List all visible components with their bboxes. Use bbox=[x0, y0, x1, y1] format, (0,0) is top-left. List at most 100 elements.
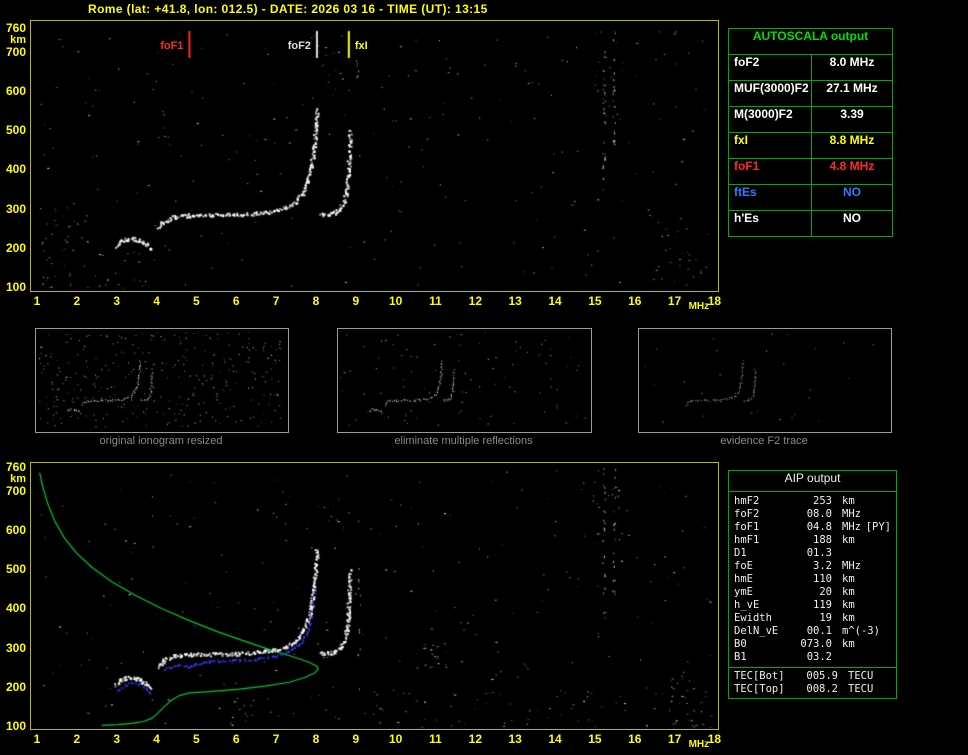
x-tick-label-top: 6 bbox=[232, 294, 240, 308]
y-tick-label-top: 400 bbox=[5, 162, 26, 177]
autoscala-window: Rome (lat: +41.8, lon: 012.5) - DATE: 20… bbox=[0, 0, 968, 755]
x-tick-label-top: 11 bbox=[429, 294, 442, 308]
thumbnail-cleaned-caption: eliminate multiple reflections bbox=[394, 435, 533, 447]
thumbnail-cleaned-canvas bbox=[338, 329, 589, 430]
y-tick-label-bottom: 500 bbox=[5, 562, 26, 577]
aip-param-unit: TECU bbox=[848, 670, 874, 682]
aip-param-label: D1 bbox=[734, 547, 747, 559]
thumbnail-f2-caption: evidence F2 trace bbox=[720, 435, 808, 447]
aip-output-table: AIP output hmF2 253 km foF2 08.0 MHz foF1 04.8 M… bbox=[728, 470, 897, 699]
aip-param-unit bbox=[832, 651, 842, 664]
aip-param-value: 188 bbox=[813, 534, 832, 546]
aip-param-label: hmE bbox=[734, 573, 753, 585]
x-tick-label-top: 4 bbox=[153, 294, 160, 308]
aip-param-value: 08.0 bbox=[806, 508, 832, 520]
autoscala-row-ftEs: ftEs NO bbox=[729, 185, 892, 211]
thumbnail-cleaned-ionogram bbox=[337, 328, 592, 433]
y-tick-label-bottom: 700 bbox=[5, 483, 26, 498]
aip-param-label: hmF2 bbox=[734, 495, 760, 507]
x-tick-label-bottom: 3 bbox=[113, 732, 121, 746]
aip-param-label: ymE bbox=[734, 586, 753, 598]
x-tick-label-top: 14 bbox=[548, 294, 562, 308]
y-tick-label-bottom: 400 bbox=[5, 601, 26, 616]
thumbnail-original-ionogram bbox=[35, 328, 289, 433]
x-tick-label-top: 16 bbox=[628, 294, 642, 308]
autoscala-row-MUF(3000)F2: MUF(3000)F2 27.1 MHz bbox=[729, 81, 892, 107]
x-tick-label-top: 1 bbox=[33, 294, 41, 308]
profile-canvas bbox=[31, 463, 718, 729]
aip-row-foE: foE 3.2 MHz bbox=[729, 560, 896, 573]
autoscala-row-fxI: fxI 8.8 MHz bbox=[729, 133, 892, 159]
aip-param-label: h_vE bbox=[734, 599, 760, 611]
autoscala-param-value: 4.8 MHz bbox=[829, 159, 875, 173]
y-axis-unit-bottom: km bbox=[10, 473, 26, 485]
aip-row-DelN_vE: DelN_vE 00.1 m^(-3) bbox=[729, 625, 896, 638]
aip-param-value: 19 bbox=[819, 612, 832, 624]
aip-row-foF1: foF1 04.8 MHz [PY] bbox=[729, 521, 896, 534]
autoscala-param-label: foF2 bbox=[729, 55, 812, 80]
x-tick-label-bottom: 14 bbox=[548, 732, 562, 746]
y-tick-label-top: 200 bbox=[5, 240, 26, 255]
x-axis-unit-top: MHz bbox=[688, 301, 710, 312]
aip-row-Ewidth: Ewidth 19 km bbox=[729, 612, 896, 625]
y-tick-label-top: 100 bbox=[5, 279, 26, 294]
aip-param-value: 00.1 bbox=[806, 625, 832, 637]
x-tick-label-top: 5 bbox=[193, 294, 200, 308]
aip-param-value: 20 bbox=[819, 586, 832, 598]
profile-plot bbox=[30, 462, 719, 730]
x-tick-label-top: 8 bbox=[312, 294, 320, 308]
y-tick-label-top: 600 bbox=[5, 83, 26, 98]
autoscala-row-h'Es: h'Es NO bbox=[729, 211, 892, 236]
aip-row-ymE: ymE 20 km bbox=[729, 586, 896, 599]
x-tick-label-bottom: 16 bbox=[628, 732, 642, 746]
autoscala-param-value: 8.8 MHz bbox=[829, 133, 875, 147]
x-tick-label-top: 10 bbox=[388, 294, 403, 308]
x-tick-label-top: 7 bbox=[272, 294, 280, 308]
aip-table-rows: hmF2 253 km foF2 08.0 MHz foF1 04.8 MHz [PY] hmF1 1… bbox=[729, 495, 896, 664]
x-tick-label-top: 12 bbox=[468, 294, 483, 308]
autoscala-output-table: AUTOSCALA output foF2 8.0 MHz MUF(3000)F2 2… bbox=[728, 28, 893, 237]
aip-param-value: 01.3 bbox=[806, 547, 832, 559]
aip-row-TEC[Bot]: TEC[Bot] 005.9 TECU bbox=[729, 670, 896, 683]
x-tick-label-bottom: 7 bbox=[272, 732, 280, 746]
y-tick-label-bottom: 300 bbox=[5, 640, 26, 655]
autoscala-table-title: AUTOSCALA output bbox=[729, 29, 892, 55]
aip-row-TEC[Top]: TEC[Top] 008.2 TECU bbox=[729, 683, 896, 696]
x-tick-label-bottom: 10 bbox=[388, 732, 403, 746]
autoscala-table-rows: foF2 8.0 MHz MUF(3000)F2 27.1 MHz M(3000)F2 3… bbox=[729, 55, 892, 236]
x-tick-label-top: 13 bbox=[508, 294, 522, 308]
y-tick-label-bottom: 600 bbox=[5, 522, 26, 537]
y-tick-label-bottom: 100 bbox=[5, 718, 26, 733]
x-tick-label-top: 17 bbox=[667, 294, 682, 308]
aip-param-label: B1 bbox=[734, 651, 747, 663]
aip-param-value: 119 bbox=[813, 599, 832, 611]
x-tick-label-bottom: 11 bbox=[429, 732, 442, 746]
aip-param-unit: km bbox=[842, 612, 855, 624]
autoscala-param-label: M(3000)F2 bbox=[729, 107, 812, 132]
x-tick-label-top: 15 bbox=[588, 294, 602, 308]
aip-param-label: TEC[Top] bbox=[734, 683, 785, 695]
aip-param-value: 03.2 bbox=[806, 651, 832, 663]
x-tick-label-bottom: 5 bbox=[193, 732, 200, 746]
y-tick-label-bottom: 200 bbox=[5, 679, 26, 694]
autoscala-param-label: h'Es bbox=[729, 211, 812, 236]
aip-param-label: foF2 bbox=[734, 508, 760, 520]
autoscala-param-label: ftEs bbox=[729, 185, 812, 210]
autoscala-param-label: fxI bbox=[729, 133, 812, 158]
marker-label-foF1: foF1 bbox=[158, 40, 186, 53]
aip-row-D1: D1 01.3 bbox=[729, 547, 896, 560]
aip-row-B0: B0 073.0 km bbox=[729, 638, 896, 651]
thumbnail-original-caption: original ionogram resized bbox=[99, 435, 223, 447]
aip-param-label: hmF1 bbox=[734, 534, 760, 546]
aip-tec-rows: TEC[Bot] 005.9 TECU TEC[Top] 008.2 TECU bbox=[729, 667, 896, 696]
autoscala-param-value: 3.39 bbox=[840, 107, 864, 121]
thumbnail-f2-canvas bbox=[639, 329, 889, 430]
x-tick-label-bottom: 12 bbox=[468, 732, 483, 746]
aip-param-unit: TECU bbox=[848, 683, 874, 695]
autoscala-param-label: MUF(3000)F2 bbox=[729, 81, 812, 106]
autoscala-param-value: 8.0 MHz bbox=[829, 55, 875, 69]
aip-param-unit: km bbox=[842, 638, 855, 650]
x-tick-label-bottom: 17 bbox=[667, 732, 682, 746]
aip-param-label: foE bbox=[734, 560, 753, 572]
x-axis-unit-bottom: MHz bbox=[688, 739, 710, 750]
